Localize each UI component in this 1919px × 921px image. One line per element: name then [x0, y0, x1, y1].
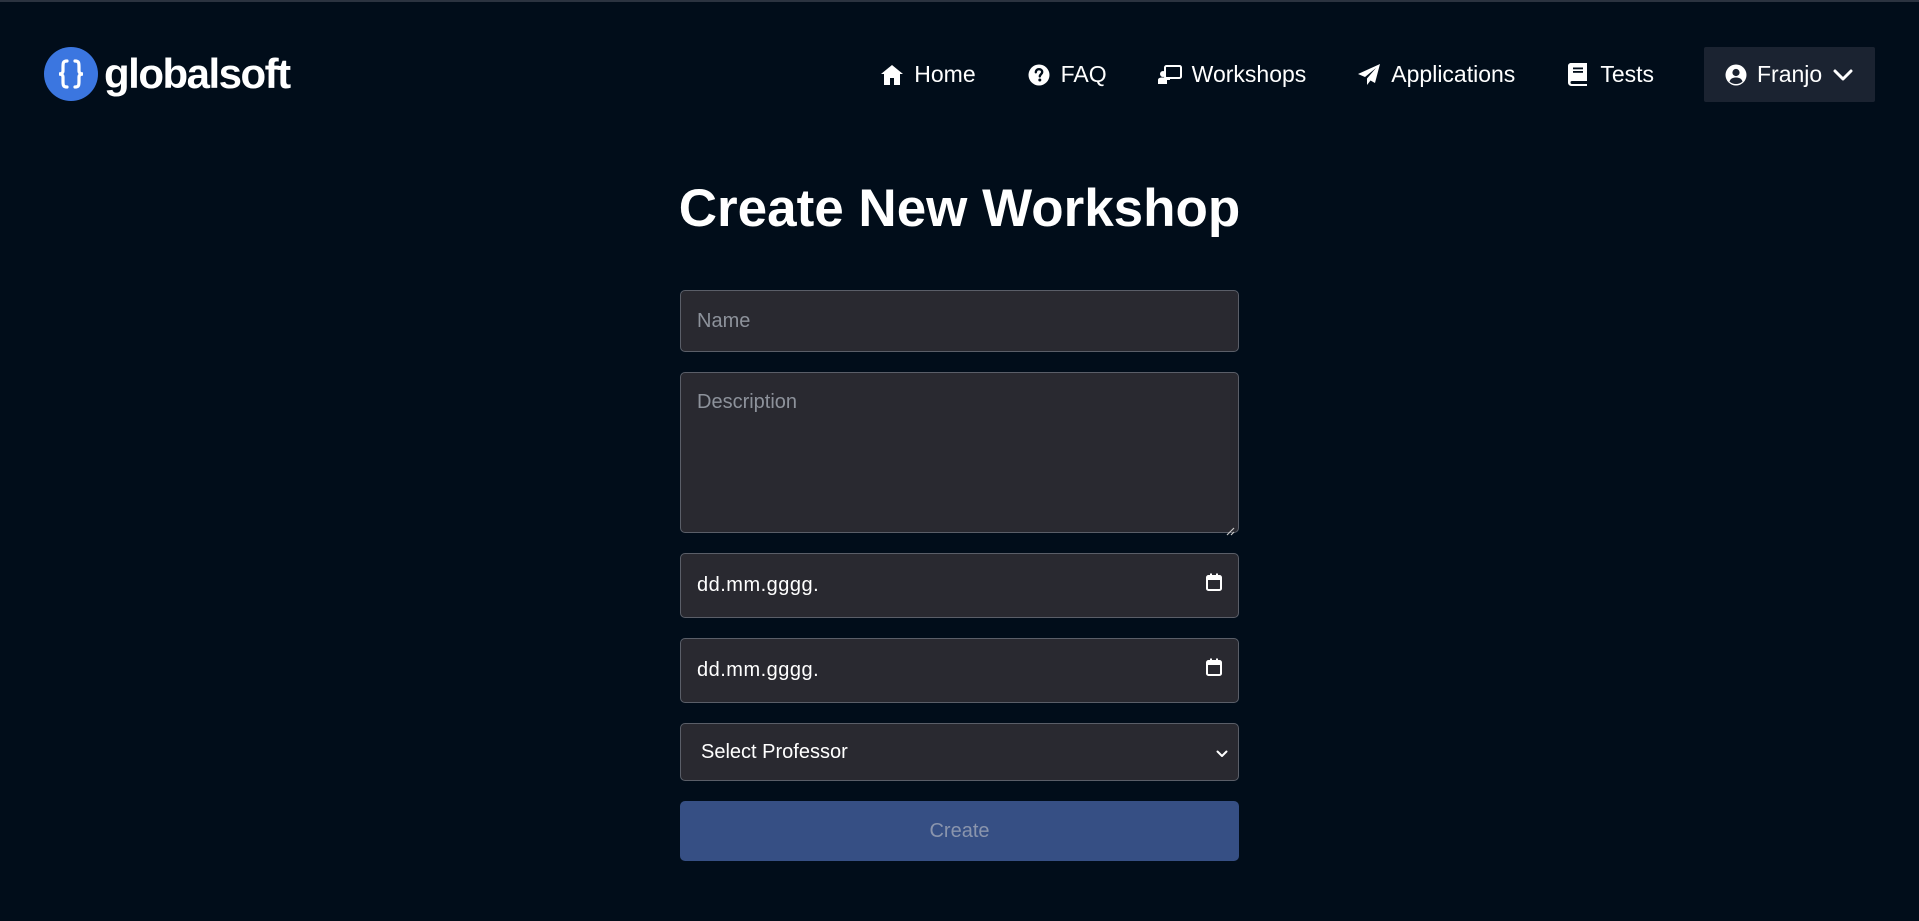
nav-tests[interactable]: Tests	[1565, 47, 1654, 102]
calendar-icon[interactable]	[1206, 573, 1222, 598]
user-name: Franjo	[1757, 61, 1823, 87]
curly-braces-icon	[44, 47, 98, 101]
nav-home-label: Home	[914, 61, 976, 87]
brand-name: globalsoft	[104, 50, 291, 97]
user-menu-toggle[interactable]: Franjo	[1704, 47, 1875, 102]
nav-tests-label: Tests	[1600, 61, 1654, 87]
nav-workshops-label: Workshops	[1191, 61, 1307, 87]
book-icon	[1565, 62, 1591, 88]
nav-applications[interactable]: Applications	[1356, 47, 1515, 102]
start-date-value: dd.mm.gggg.	[697, 574, 820, 596]
nav-faq[interactable]: FAQ	[1026, 47, 1107, 102]
create-button[interactable]: Create	[680, 801, 1239, 861]
name-input[interactable]: Name	[680, 290, 1239, 352]
chalkboard-teacher-icon	[1157, 62, 1183, 88]
nav-applications-label: Applications	[1391, 61, 1516, 87]
end-date-input[interactable]: dd.mm.gggg.	[680, 638, 1239, 703]
home-icon	[879, 62, 905, 88]
description-textarea[interactable]: Description	[680, 372, 1239, 536]
paper-plane-icon	[1356, 62, 1382, 88]
resize-handle-icon[interactable]	[1225, 519, 1235, 536]
user-circle-icon	[1724, 63, 1748, 87]
start-date-input[interactable]: dd.mm.gggg.	[680, 553, 1239, 618]
professor-select-value: Select Professor	[701, 740, 848, 763]
brand-logo[interactable]: globalsoft	[44, 47, 291, 101]
nav-home[interactable]: Home	[879, 47, 976, 102]
nav-faq-label: FAQ	[1060, 61, 1107, 87]
end-date-value: dd.mm.gggg.	[697, 659, 820, 681]
nav-workshops[interactable]: Workshops	[1157, 47, 1307, 102]
main-nav: Home FAQ Workshops Applications Tests Fr…	[829, 47, 1875, 102]
header: globalsoft Home FAQ Workshops Applicatio…	[0, 0, 1919, 150]
chevron-down-icon	[1216, 741, 1228, 764]
calendar-icon[interactable]	[1206, 658, 1222, 683]
professor-select[interactable]: Select Professor	[680, 723, 1239, 781]
name-placeholder: Name	[697, 309, 751, 332]
description-placeholder: Description	[697, 391, 798, 413]
chevron-down-icon	[1832, 64, 1854, 86]
page-title: Create New Workshop	[678, 179, 1241, 238]
question-circle-icon	[1026, 62, 1052, 88]
create-workshop-form: Name Description dd.mm.gggg. dd.mm.gggg.…	[680, 290, 1239, 861]
